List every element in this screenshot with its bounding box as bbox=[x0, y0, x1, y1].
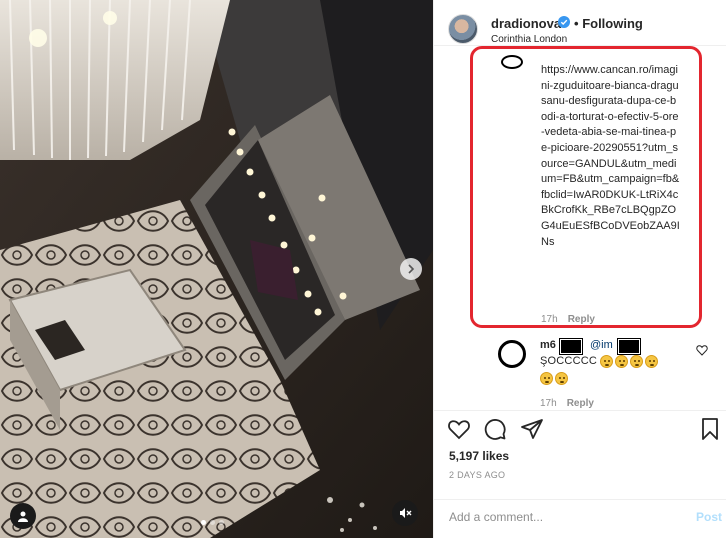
comment-text: ŞOCCCCC bbox=[540, 355, 598, 367]
comment-time: 17h bbox=[541, 314, 558, 325]
share-icon[interactable] bbox=[520, 417, 544, 441]
carousel-dot bbox=[201, 520, 206, 525]
follow-status-button[interactable]: • Following bbox=[574, 16, 643, 31]
like-comment-heart-icon[interactable] bbox=[696, 344, 708, 356]
user-tag-icon bbox=[18, 511, 28, 522]
post-media[interactable] bbox=[0, 0, 433, 538]
heart-icon[interactable] bbox=[447, 417, 471, 441]
bookmark-icon[interactable] bbox=[698, 417, 722, 441]
flushed-emoji-icon bbox=[615, 355, 628, 368]
flushed-emoji-icon bbox=[540, 372, 553, 385]
comment-avatar[interactable] bbox=[498, 340, 526, 368]
post-actions: 5,197 likes 2 DAYS AGO Add a comment... … bbox=[434, 410, 726, 538]
user-tag-button[interactable] bbox=[10, 503, 36, 529]
post-side-panel: dradionova • Following Corinthia London … bbox=[433, 0, 726, 538]
comment-text: https://www.cancan.ro/imagini-zguduitoar… bbox=[541, 64, 680, 248]
verified-icon bbox=[558, 16, 570, 28]
redaction-box bbox=[559, 338, 583, 355]
comment-meta: 17h Reply bbox=[541, 314, 595, 325]
post-header: dradionova • Following Corinthia London bbox=[434, 0, 726, 46]
next-slide-button[interactable] bbox=[400, 258, 422, 280]
emoji-row bbox=[540, 372, 568, 385]
carousel-dot bbox=[219, 520, 224, 525]
emoji-row bbox=[600, 355, 658, 368]
post-date[interactable]: 2 DAYS AGO bbox=[449, 470, 505, 480]
likes-count[interactable]: 5,197 likes bbox=[449, 449, 509, 463]
separator-dot: • bbox=[574, 16, 579, 31]
carousel-indicator bbox=[201, 520, 224, 525]
reply-button[interactable]: Reply bbox=[568, 314, 595, 325]
flushed-emoji-icon bbox=[645, 355, 658, 368]
add-comment-bar: Add a comment... Post bbox=[434, 499, 726, 538]
reply-button[interactable]: Reply bbox=[567, 398, 594, 409]
comment-time: 17h bbox=[540, 398, 557, 409]
redaction-box bbox=[617, 338, 641, 355]
comment-input[interactable]: Add a comment... bbox=[449, 510, 543, 524]
mention-link[interactable]: @im bbox=[590, 339, 613, 351]
post-comment-button[interactable]: Post bbox=[696, 510, 722, 524]
avatar[interactable] bbox=[448, 14, 478, 44]
chevron-right-icon bbox=[408, 264, 415, 274]
flushed-emoji-icon bbox=[630, 355, 643, 368]
comments-list[interactable]: https://www.cancan.ro/imagini-zguduitoar… bbox=[434, 46, 726, 410]
comment-icon[interactable] bbox=[483, 417, 507, 441]
mute-button[interactable] bbox=[392, 500, 418, 526]
follow-status-label: Following bbox=[582, 16, 643, 31]
carousel-dot bbox=[210, 520, 215, 525]
location-link[interactable]: Corinthia London bbox=[491, 34, 567, 45]
comment-username[interactable]: m6 bbox=[540, 339, 556, 351]
mute-icon bbox=[400, 508, 412, 518]
comment-meta: 17h Reply bbox=[540, 398, 594, 409]
video-frame bbox=[0, 0, 433, 538]
flushed-emoji-icon bbox=[600, 355, 613, 368]
comment-avatar[interactable] bbox=[501, 55, 523, 69]
flushed-emoji-icon bbox=[555, 372, 568, 385]
username-link[interactable]: dradionova bbox=[491, 16, 561, 31]
